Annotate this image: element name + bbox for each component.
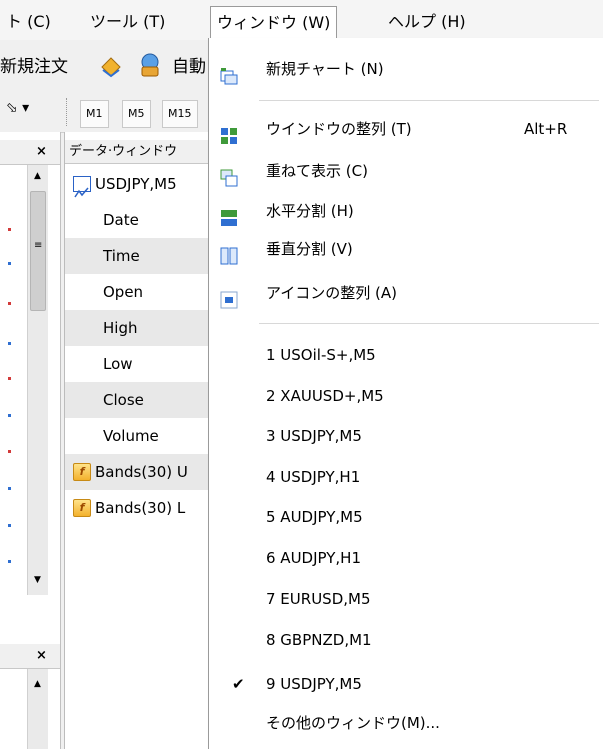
field-date: Date	[103, 211, 139, 229]
cascade-icon	[220, 163, 238, 187]
window-list-item-8[interactable]: 8 GBPNZD,M1	[209, 621, 603, 659]
menu-help[interactable]: ヘルプ (H)	[382, 8, 472, 36]
window-list-item-5[interactable]: 5 AUDJPY,M5	[209, 498, 603, 536]
menu-item-tile-vertical[interactable]: 垂直分割 (V)	[209, 230, 603, 268]
navigator-close-icon[interactable]: ×	[36, 140, 47, 164]
menu-separator	[259, 100, 599, 101]
menu-item-label: 7 EURUSD,M5	[266, 590, 371, 608]
menu-window[interactable]: ウィンドウ (W)	[210, 6, 338, 39]
draw-tool-icon[interactable]: ⬂ ▾	[6, 100, 29, 116]
field-volume: Volume	[103, 427, 159, 445]
tile-windows-icon	[220, 121, 238, 144]
diamond-icon[interactable]	[100, 56, 121, 78]
menu-item-more-windows[interactable]: その他のウィンドウ(M)...	[209, 704, 603, 742]
menu-item-tile-horizontal[interactable]: 水平分割 (H)	[209, 192, 603, 230]
menu-separator	[259, 323, 599, 324]
data-window: データ·ウィンドウ USDJPY,M5 Date Time Open High …	[64, 132, 211, 749]
data-window-title: データ·ウィンドウ	[65, 140, 211, 164]
menu-item-label: 5 AUDJPY,M5	[266, 508, 363, 526]
indicator-icon: f	[73, 463, 91, 481]
expert-advisor-icon[interactable]	[138, 52, 162, 82]
field-close: Close	[65, 382, 211, 418]
scroll-up-icon[interactable]: ▲	[34, 171, 41, 181]
symbol-row: USDJPY,M5	[65, 166, 211, 202]
navigator-header: ×	[0, 140, 60, 165]
menu-item-label: 水平分割 (H)	[266, 202, 354, 220]
menu-item-label: 3 USDJPY,M5	[266, 427, 362, 445]
menu-item-label: 新規チャート (N)	[266, 60, 384, 78]
window-list-item-7[interactable]: 7 EURUSD,M5	[209, 580, 603, 618]
window-menu-dropdown: 新規チャート (N) ウインドウの整列 (T) Alt+R 重ねて表示 (C) …	[208, 38, 603, 749]
menu-item-cascade[interactable]: 重ねて表示 (C)	[209, 152, 603, 190]
menu-item-label: ウインドウの整列 (T)	[266, 120, 412, 138]
arrange-icons-icon	[220, 285, 238, 309]
field-low: Low	[103, 355, 133, 373]
timeframe-m1-button[interactable]: M1	[80, 100, 109, 128]
menu-chart[interactable]: ト (C)	[0, 8, 57, 36]
menu-item-shortcut: Alt+R	[524, 120, 568, 138]
menu-item-arrange-icons[interactable]: アイコンの整列 (A)	[209, 274, 603, 312]
menu-item-label: 垂直分割 (V)	[266, 240, 353, 258]
menu-item-label: 2 XAUUSD+,M5	[266, 387, 384, 405]
field-high: High	[65, 310, 211, 346]
window-list-item-1[interactable]: 1 USOil-S+,M5	[209, 336, 603, 374]
tile-vertical-icon	[220, 241, 238, 265]
field-open: Open	[103, 283, 144, 301]
new-chart-icon	[220, 61, 238, 85]
timeframe-m15-button[interactable]: M15	[162, 100, 198, 128]
menu-item-label: 9 USDJPY,M5	[266, 675, 362, 693]
new-order-button[interactable]: 新規注文	[0, 52, 68, 77]
indicator-label: Bands(30) L	[95, 499, 186, 517]
timeframe-m5-button[interactable]: M5	[122, 100, 151, 128]
symbol-label: USDJPY,M5	[95, 175, 177, 193]
indicator-label: Bands(30) U	[95, 463, 188, 481]
menu-item-new-chart[interactable]: 新規チャート (N)	[209, 50, 603, 88]
scroll-down-icon[interactable]: ▼	[34, 575, 41, 585]
menu-item-label: 重ねて表示 (C)	[266, 162, 368, 180]
navigator-scrollbar[interactable]: ▲ ≡ ▼	[27, 165, 48, 595]
window-list-item-2[interactable]: 2 XAUUSD+,M5	[209, 377, 603, 415]
indicator-row-upper: f Bands(30) U	[65, 454, 211, 490]
menu-item-label: アイコンの整列 (A)	[266, 284, 397, 302]
menu-tools[interactable]: ツール (T)	[84, 8, 171, 36]
field-time: Time	[65, 238, 211, 274]
window-list-item-6[interactable]: 6 AUDJPY,H1	[209, 539, 603, 577]
menu-item-label: その他のウィンドウ(M)...	[266, 714, 440, 732]
window-list-item-9[interactable]: ✔ 9 USDJPY,M5	[209, 665, 603, 703]
menu-item-label: 4 USDJPY,H1	[266, 468, 361, 486]
indicator-row-lower: f Bands(30) L	[65, 490, 211, 526]
menu-item-label: 6 AUDJPY,H1	[266, 549, 361, 567]
checkmark-icon: ✔	[232, 675, 245, 693]
tile-horizontal-icon	[220, 203, 238, 226]
auto-trading-button[interactable]: 自動	[172, 52, 206, 77]
scroll-thumb[interactable]: ≡	[30, 191, 46, 311]
toolbar-grip	[66, 98, 69, 126]
menu-item-label: 1 USOil-S+,M5	[266, 346, 376, 364]
terminal-scrollbar[interactable]: ▲	[27, 669, 48, 749]
navigator-panel: × ▲ ≡ ▼ × ▲	[0, 132, 61, 749]
menu-bar: ト (C) ツール (T) ウィンドウ (W) ヘルプ (H)	[0, 0, 603, 41]
grip-icon: ≡	[34, 240, 43, 251]
window-list-item-3[interactable]: 3 USDJPY,M5	[209, 417, 603, 455]
terminal-close-icon[interactable]: ×	[36, 644, 47, 668]
chart-icon	[73, 176, 91, 198]
terminal-scroll-up-icon[interactable]: ▲	[34, 679, 41, 689]
menu-item-label: 8 GBPNZD,M1	[266, 631, 372, 649]
menu-item-tile[interactable]: ウインドウの整列 (T) Alt+R	[209, 110, 603, 148]
window-list-item-4[interactable]: 4 USDJPY,H1	[209, 458, 603, 496]
indicator-icon: f	[73, 499, 91, 517]
terminal-header: ×	[0, 644, 60, 669]
